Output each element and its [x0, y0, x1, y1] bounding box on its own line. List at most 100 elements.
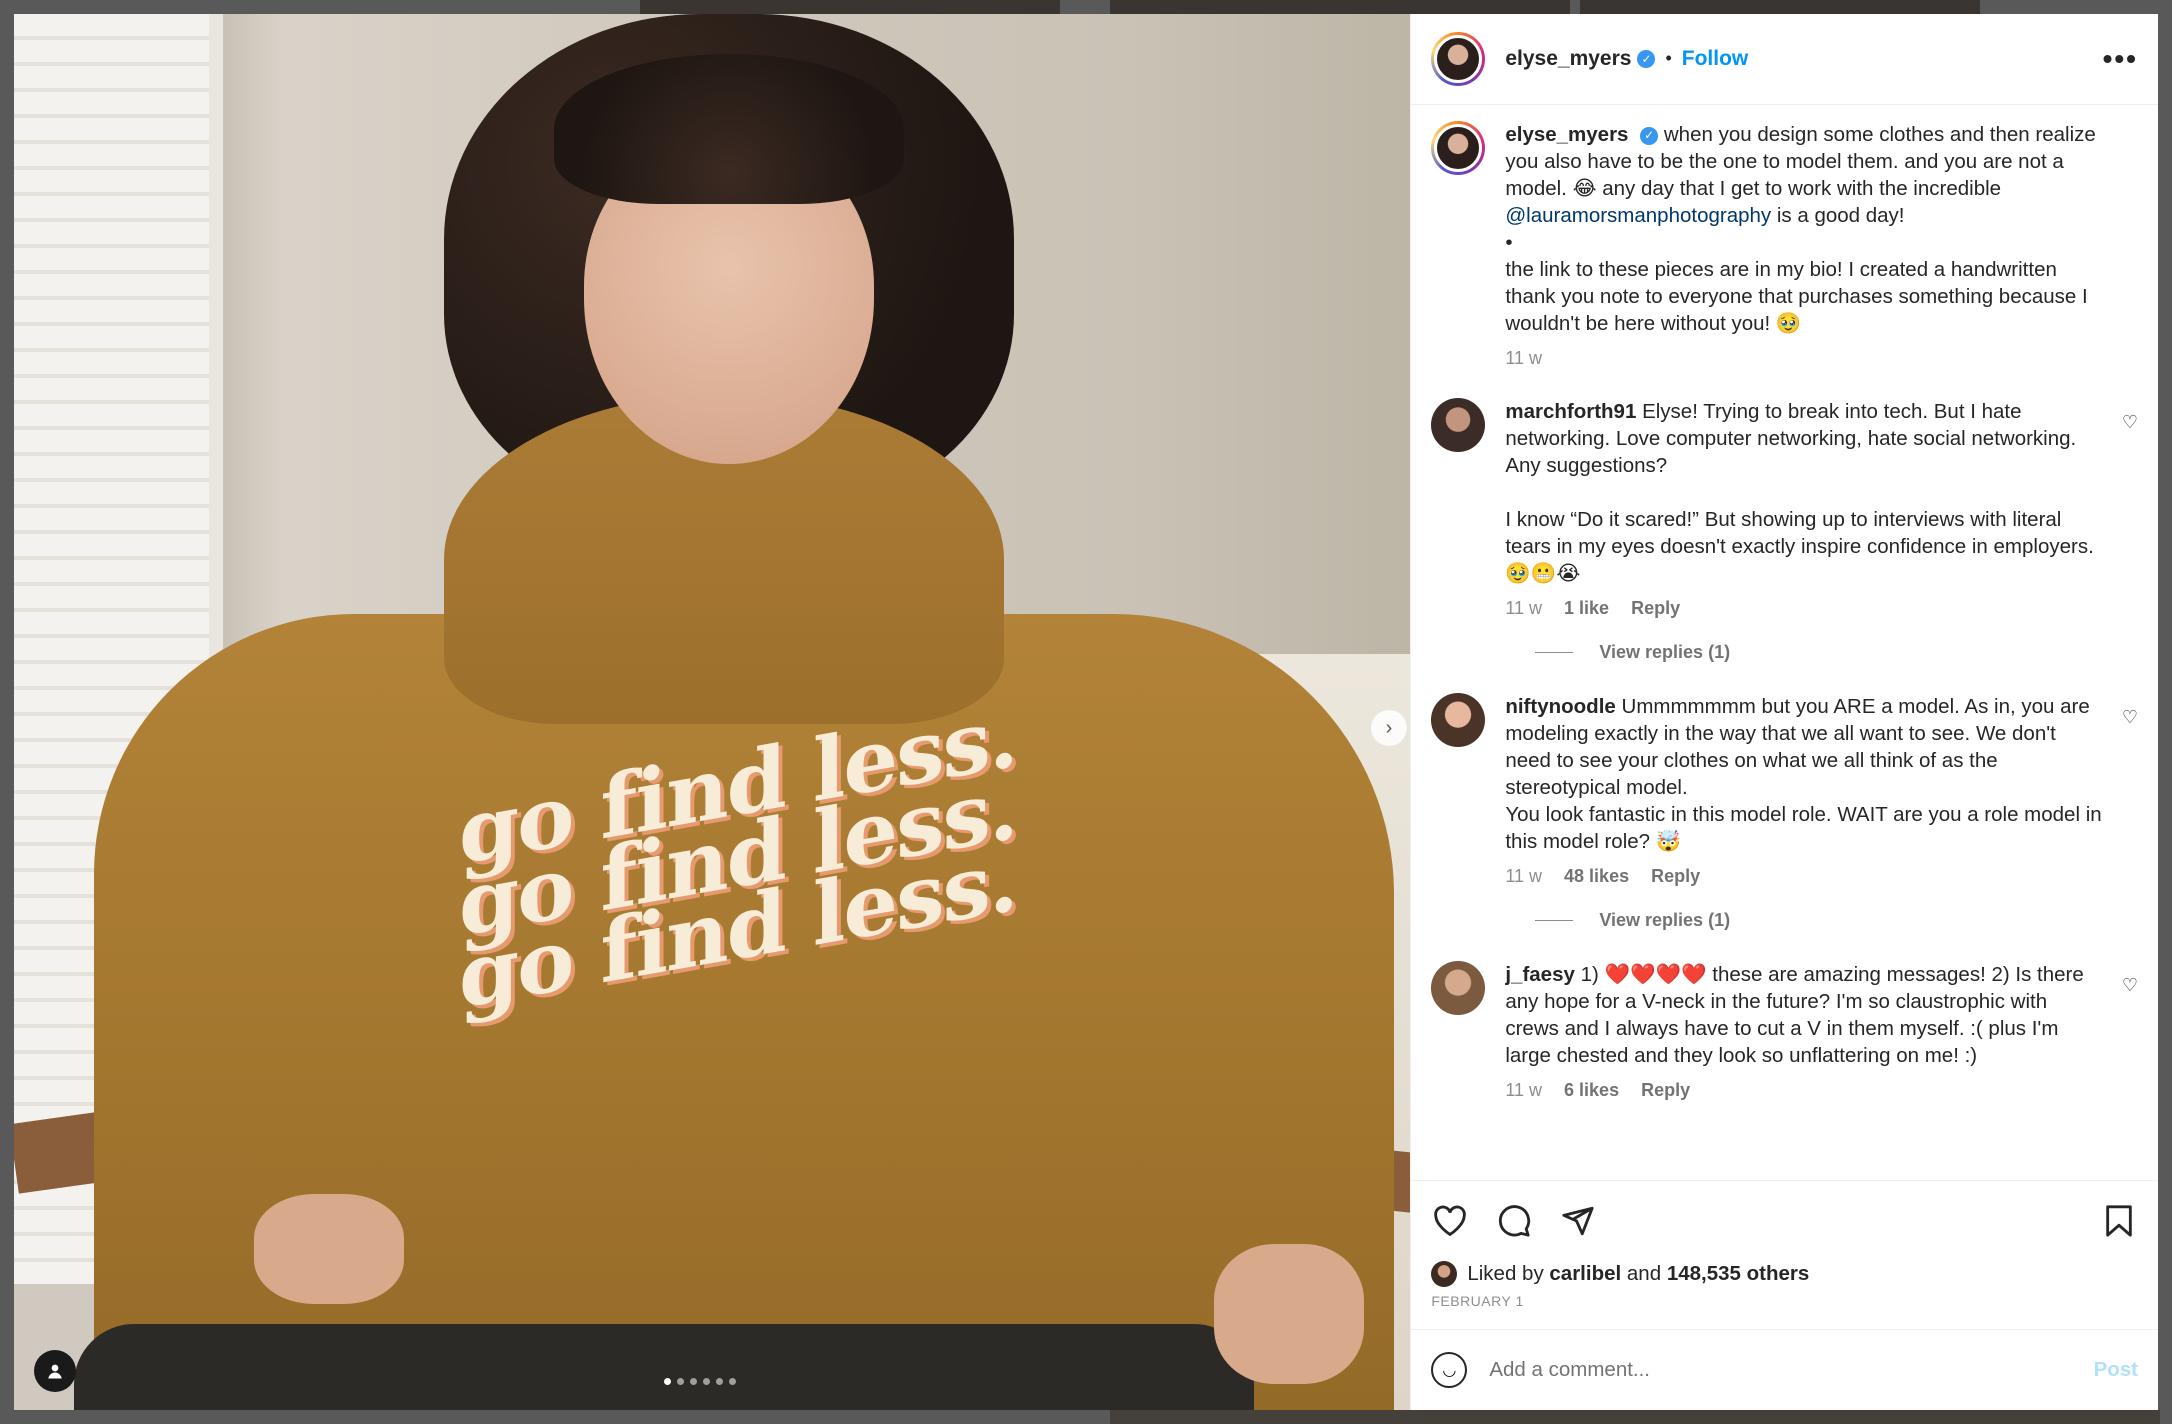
liker-username[interactable]: carlibel — [1549, 1262, 1621, 1286]
likes-prefix: Liked by — [1467, 1262, 1544, 1286]
comment-text: I know “Do it scared!” But showing up to… — [1505, 507, 2094, 585]
caption-username[interactable]: elyse_myers — [1505, 123, 1628, 146]
comments-list[interactable]: elyse_myers ✓ when you design some cloth… — [1411, 105, 2158, 1180]
share-button[interactable] — [1559, 1202, 1597, 1240]
divider-line — [1535, 919, 1574, 921]
backdrop-feed-tile — [1110, 1410, 2160, 1424]
carousel-dot — [703, 1378, 710, 1385]
carousel-dot — [716, 1378, 723, 1385]
post-comment-button[interactable]: Post — [2094, 1358, 2138, 1382]
comment-button[interactable] — [1495, 1202, 1533, 1240]
likes-summary: Liked by carlibel and 148,535 others — [1411, 1261, 2158, 1288]
comment-body: marchforth91 Elyse! Trying to break into… — [1505, 398, 2105, 622]
post-actions — [1411, 1180, 2158, 1261]
hand — [254, 1194, 404, 1304]
heart-icon[interactable]: ♡ — [2122, 707, 2138, 728]
separator-dot: • — [1665, 48, 1672, 69]
like-button[interactable] — [1431, 1202, 1469, 1240]
comment-body: niftynoodle Ummmmmmm but you ARE a model… — [1505, 693, 2105, 890]
comment: j_faesy 1) ❤️❤️❤️❤️ these are amazing me… — [1431, 960, 2138, 1104]
comment-likes[interactable]: 6 likes — [1564, 1077, 1619, 1104]
comment-icon — [1499, 1205, 1531, 1237]
more-options-icon[interactable]: ••• — [2103, 43, 2138, 75]
comment-username[interactable]: niftynoodle — [1505, 695, 1615, 718]
hand — [1214, 1244, 1364, 1384]
send-icon — [1562, 1206, 1594, 1236]
heart-icon[interactable]: ♡ — [2122, 975, 2138, 996]
tagged-users-button[interactable] — [34, 1350, 76, 1392]
view-replies-label: View replies (1) — [1599, 909, 1731, 930]
caption-text: the link to these pieces are in my bio! … — [1505, 257, 2088, 335]
save-button[interactable] — [2100, 1202, 2138, 1240]
comment-time: 11 w — [1505, 1079, 1543, 1100]
caption: elyse_myers ✓ when you design some cloth… — [1431, 120, 2138, 372]
backdrop-feed-tile — [1110, 0, 1570, 14]
likes-middle: and — [1626, 1262, 1662, 1286]
author-avatar[interactable] — [1431, 31, 1486, 86]
avatar-image — [1434, 123, 1483, 172]
commenter-avatar[interactable] — [1431, 397, 1486, 452]
comment-text: You look fantastic in this model role. W… — [1505, 802, 2102, 853]
comment-time: 11 w — [1505, 865, 1543, 886]
verified-badge-icon: ✓ — [1637, 49, 1656, 68]
carousel-next-button[interactable]: › — [1371, 710, 1407, 746]
commenter-avatar[interactable] — [1431, 692, 1486, 747]
view-replies-label: View replies (1) — [1599, 641, 1731, 662]
heart-icon[interactable]: ♡ — [2122, 412, 2138, 433]
comment-meta: 11 w 48 likes Reply — [1505, 863, 2105, 890]
caption-body: elyse_myers ✓ when you design some cloth… — [1505, 121, 2105, 372]
comment-body: j_faesy 1) ❤️❤️❤️❤️ these are amazing me… — [1505, 961, 2105, 1104]
carousel-dot — [729, 1378, 736, 1385]
comment-text: 1) ❤️❤️❤️❤️ these are amazing messages! … — [1505, 962, 2084, 1067]
comment-meta: 11 w 6 likes Reply — [1505, 1077, 2105, 1104]
likes-count[interactable]: 148,535 others — [1667, 1262, 1809, 1286]
follow-button[interactable]: Follow — [1682, 47, 1749, 71]
comment-username[interactable]: marchforth91 — [1505, 400, 1636, 423]
author-username[interactable]: elyse_myers — [1505, 47, 1631, 71]
liker-avatar[interactable] — [1431, 1261, 1458, 1288]
caption-mention[interactable]: @lauramorsmanphotography — [1505, 204, 1771, 227]
post-side-panel: elyse_myers ✓ • Follow ••• elyse_myers ✓… — [1410, 14, 2158, 1410]
comment: niftynoodle Ummmmmmm but you ARE a model… — [1431, 692, 2138, 890]
emoji-button[interactable]: ◡ — [1431, 1352, 1468, 1389]
view-replies-button[interactable]: View replies (1) — [1535, 910, 2138, 931]
post-header: elyse_myers ✓ • Follow ••• — [1411, 14, 2158, 105]
caption-meta: 11 w — [1505, 345, 2105, 372]
caption-time: 11 w — [1505, 347, 1543, 368]
chevron-right-icon: › — [1385, 716, 1393, 739]
caption-text: is a good day! — [1771, 203, 1905, 227]
comment: marchforth91 Elyse! Trying to break into… — [1431, 397, 2138, 622]
bookmark-icon — [2106, 1205, 2132, 1237]
reply-button[interactable]: Reply — [1651, 863, 1700, 890]
comment-username[interactable]: j_faesy — [1505, 963, 1575, 986]
user-icon — [48, 1364, 62, 1379]
avatar-image — [1434, 34, 1483, 83]
divider-line — [1535, 651, 1574, 653]
post-date[interactable]: FEBRUARY 1 — [1411, 1287, 2158, 1329]
comment-input[interactable] — [1487, 1357, 2094, 1384]
smiley-icon: ◡ — [1442, 1362, 1457, 1380]
heart-icon — [1434, 1205, 1467, 1237]
caption-bullet: • — [1505, 230, 1513, 254]
backdrop-feed-tile — [640, 0, 1060, 14]
post-photo[interactable]: go find less. go find less. go find less… — [14, 14, 1411, 1410]
view-replies-button[interactable]: View replies (1) — [1535, 642, 2138, 663]
carousel-dot — [664, 1378, 671, 1385]
comment-likes[interactable]: 1 like — [1564, 595, 1609, 622]
backdrop-feed-tile — [1580, 0, 1980, 14]
commenter-avatar[interactable] — [1431, 960, 1486, 1015]
carousel-dot — [690, 1378, 697, 1385]
post-modal: go find less. go find less. go find less… — [14, 14, 2158, 1410]
author-avatar[interactable] — [1431, 120, 1486, 175]
verified-badge-icon: ✓ — [1640, 126, 1659, 145]
reply-button[interactable]: Reply — [1631, 595, 1680, 622]
pants — [74, 1324, 1254, 1410]
comment-time: 11 w — [1505, 597, 1543, 618]
carousel-dot — [677, 1378, 684, 1385]
comment-likes[interactable]: 48 likes — [1564, 863, 1629, 890]
add-comment-bar: ◡ Post — [1411, 1329, 2158, 1410]
comment-meta: 11 w 1 like Reply — [1505, 595, 2105, 622]
carousel-indicator — [664, 1378, 736, 1385]
reply-button[interactable]: Reply — [1641, 1077, 1690, 1104]
person-bangs — [554, 54, 904, 204]
